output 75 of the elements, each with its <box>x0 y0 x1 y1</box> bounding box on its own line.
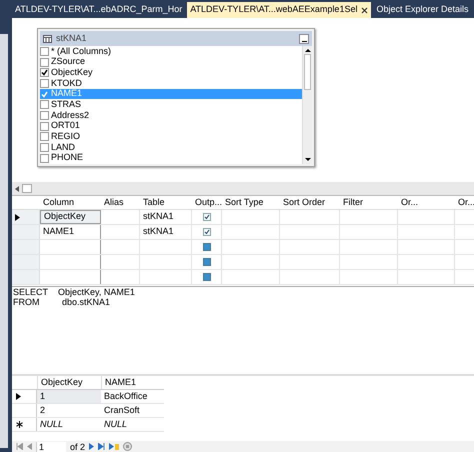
row-header[interactable] <box>12 210 40 224</box>
column-header[interactable]: Filter <box>340 196 398 209</box>
horizontal-scrollbar[interactable] <box>12 182 474 196</box>
output-checkbox[interactable] <box>202 228 210 236</box>
record-count: of 2 <box>70 442 86 452</box>
table-cell-text: 2 <box>39 404 46 417</box>
table-cell-text: BackOffice <box>103 390 148 403</box>
column-header[interactable]: ObjectKey <box>37 376 101 389</box>
column-checkbox[interactable] <box>40 68 49 78</box>
output-checkbox[interactable] <box>202 243 210 251</box>
output-checkbox[interactable] <box>202 258 210 266</box>
table-cell: ObjectKey <box>40 210 101 224</box>
stop-icon[interactable] <box>123 442 132 451</box>
close-icon[interactable] <box>361 6 368 14</box>
column-checkbox[interactable] <box>40 122 49 131</box>
column-checkbox[interactable] <box>40 78 49 88</box>
column-header[interactable]: Sort Type <box>222 196 280 209</box>
scroll-thumb[interactable] <box>22 184 32 193</box>
first-record-icon[interactable] <box>16 443 23 450</box>
column-item[interactable]: ZSource <box>40 56 302 68</box>
new-record-icon[interactable] <box>109 443 120 450</box>
sql-text: dbo.stKNA1 <box>61 297 110 310</box>
scroll-down-icon[interactable] <box>303 156 312 164</box>
column-header[interactable]: Alias <box>101 196 140 209</box>
column-item[interactable]: * (All Columns) <box>40 46 302 57</box>
scroll-thumb[interactable] <box>304 54 311 90</box>
document-tab[interactable]: ATLDEV-TYLER\AT...ebADRC_Parm_Hor <box>12 2 186 18</box>
table-cell: NAME1 <box>40 225 101 239</box>
previous-record-icon[interactable] <box>27 443 32 450</box>
column-checkbox[interactable] <box>40 154 49 163</box>
column-header[interactable]: Or... <box>455 196 474 209</box>
document-tab[interactable]: ATLDEV-TYLER\AT...webAEExample1Sel <box>187 2 372 18</box>
column-item[interactable]: STRAS <box>40 99 302 110</box>
scrollbar[interactable] <box>302 46 312 164</box>
minimize-button[interactable] <box>299 34 309 44</box>
column-header[interactable]: Table <box>140 196 192 209</box>
table-cell-text: NULL <box>103 418 128 431</box>
column-checkbox[interactable] <box>40 58 49 67</box>
column-header[interactable]: Outp... <box>192 196 222 209</box>
column-checkbox[interactable] <box>40 100 49 110</box>
record-position-field[interactable]: 1 <box>36 442 66 452</box>
column-item[interactable]: ObjectKey <box>40 67 302 78</box>
column-header[interactable]: Sort Order <box>280 196 340 209</box>
output-checkbox[interactable] <box>202 213 210 221</box>
sql-keyword: FROM <box>12 296 40 310</box>
table-cell-text: NULL <box>39 418 64 431</box>
sql-text: ObjectKey, NAME1 <box>58 286 135 298</box>
column-header[interactable]: Or... <box>398 196 455 209</box>
row-pointer-icon <box>16 393 21 400</box>
row-pointer-icon <box>15 214 20 220</box>
column-checkbox[interactable] <box>40 46 49 56</box>
column-checkbox[interactable] <box>40 143 49 152</box>
table-cell: 1 <box>37 390 101 403</box>
column-checkbox[interactable] <box>40 110 49 120</box>
table-cell: stKNA1 <box>140 210 192 224</box>
column-item[interactable]: ORT01 <box>40 120 302 132</box>
column-item[interactable]: Address2 <box>40 110 302 121</box>
document-tab[interactable]: Object Explorer Details <box>373 2 472 18</box>
column-item[interactable]: KTOKD <box>40 78 302 89</box>
column-header[interactable]: Column <box>40 196 101 209</box>
asterisk-icon <box>16 421 23 428</box>
scroll-left-icon[interactable] <box>15 186 19 192</box>
table-cell-text: CranSoft <box>103 404 141 417</box>
column-item[interactable]: PHONE <box>40 152 302 164</box>
table-title: stKNA1 <box>56 32 87 45</box>
output-checkbox[interactable] <box>202 273 210 281</box>
column-item[interactable]: REGIO <box>40 132 302 142</box>
next-record-icon[interactable] <box>89 443 94 450</box>
sql-keyword: SELECT <box>12 286 50 298</box>
column-item[interactable]: LAND <box>40 142 302 153</box>
table-cell: stKNA1 <box>140 225 192 239</box>
column-header[interactable]: NAME1 <box>101 376 164 389</box>
last-record-icon[interactable] <box>98 443 106 450</box>
column-checkbox[interactable] <box>40 132 49 142</box>
table-icon <box>43 34 52 42</box>
